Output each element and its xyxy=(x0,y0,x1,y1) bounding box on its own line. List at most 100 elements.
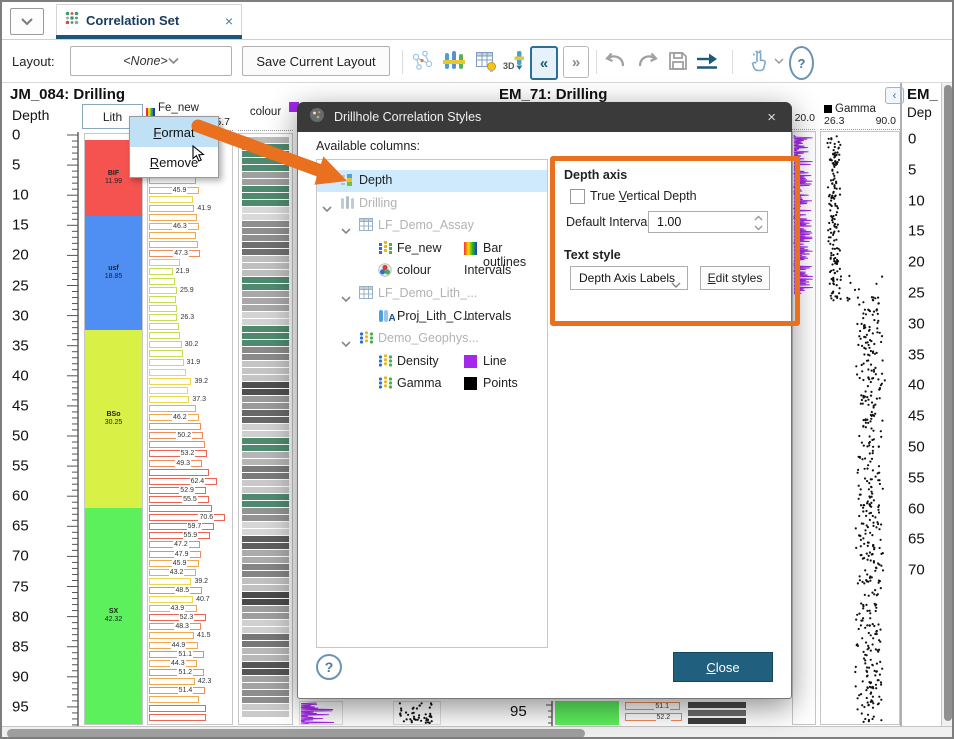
colour-interval xyxy=(242,536,289,542)
horizontal-scrollbar[interactable] xyxy=(2,726,952,739)
application-window: Correlation Set × Layout: <None> Save Cu… xyxy=(0,0,954,739)
tree-item-proj-lith-c[interactable]: AProj_Lith_C...Intervals xyxy=(317,306,547,328)
fe-bar: 43.2 xyxy=(149,569,196,576)
depth-tick-label: 20 xyxy=(908,254,925,271)
collapse-all-button[interactable]: « xyxy=(530,46,558,80)
available-columns-label: Available columns: xyxy=(316,139,420,153)
tree-item-lf-demo-assay[interactable]: LF_Demo_Assay xyxy=(317,215,547,237)
export-icon[interactable] xyxy=(692,46,722,76)
colour-interval xyxy=(242,480,289,486)
horizontal-scrollbar-thumb[interactable] xyxy=(7,729,585,738)
lith-block: BSo30.25 xyxy=(85,330,142,508)
tree-item-label: colour xyxy=(397,263,431,277)
table-lightbulb-icon[interactable] xyxy=(471,46,501,76)
colour-interval xyxy=(242,249,289,255)
spinner-arrows-icon[interactable] xyxy=(754,214,763,237)
default-interval-value: 1.00 xyxy=(657,215,681,229)
context-menu-item-format[interactable]: Format xyxy=(130,117,218,147)
fe-bar xyxy=(149,278,175,285)
fe-bar xyxy=(149,369,186,376)
depth-tick-label: 45 xyxy=(12,397,29,414)
depth-tick-label: 60 xyxy=(12,488,29,505)
colour-interval xyxy=(242,711,289,717)
default-interval-spinner[interactable]: 1.00 xyxy=(648,211,768,233)
save-icon[interactable] xyxy=(663,46,693,76)
jm-depth-header: Depth xyxy=(12,107,49,123)
correlation-network-icon[interactable] xyxy=(407,46,437,76)
style-swatch-icon xyxy=(464,377,477,390)
3d-drillhole-icon[interactable]: 3D xyxy=(500,46,530,76)
fe-bar xyxy=(149,696,199,703)
colour-interval xyxy=(242,284,289,290)
depth-tick-label: 10 xyxy=(908,192,925,209)
jm-colour-column-header[interactable]: colour xyxy=(238,101,293,131)
vertical-scrollbar-thumb[interactable] xyxy=(944,85,952,721)
layout-dropdown[interactable]: <None> xyxy=(70,46,232,76)
fe-bar: 45.9 xyxy=(149,560,199,567)
drillholes-icon[interactable] xyxy=(439,46,469,76)
tree-item-density[interactable]: DensityLine xyxy=(317,351,547,373)
colour-interval xyxy=(242,627,289,633)
tree-item-fe-new[interactable]: Fe_newBar outlines xyxy=(317,238,547,260)
touch-mode-icon[interactable] xyxy=(744,46,774,76)
tree-item-depth[interactable]: Depth xyxy=(317,170,547,192)
depth-tick-label: 95 xyxy=(12,698,29,715)
tree-item-demo-geophys[interactable]: Demo_Geophys... xyxy=(317,328,547,350)
tab-correlation-set[interactable]: Correlation Set × xyxy=(56,4,242,36)
colour-interval xyxy=(242,550,289,556)
fe-bar xyxy=(149,196,193,203)
vertical-scrollbar[interactable] xyxy=(941,83,953,726)
edit-styles-button[interactable]: Edit styles xyxy=(700,266,770,290)
colour-interval xyxy=(242,529,289,535)
colour-interval xyxy=(242,326,289,332)
colour-interval xyxy=(242,704,289,710)
depth-tick-label: 5 xyxy=(12,157,20,174)
colour-interval xyxy=(242,165,289,171)
colour-interval xyxy=(242,697,289,703)
colour-interval xyxy=(242,557,289,563)
save-current-layout-button[interactable]: Save Current Layout xyxy=(242,46,390,76)
style-type-label: Intervals xyxy=(464,309,511,323)
fe-bar xyxy=(149,241,198,248)
em71-gamma-column xyxy=(820,131,900,725)
colour-interval xyxy=(242,382,289,388)
tree-item-colour[interactable]: colourIntervals xyxy=(317,260,547,282)
fe-bar: 39.2 xyxy=(149,578,191,585)
tree-item-drilling[interactable]: Drilling xyxy=(317,193,547,215)
tree-item-label: LF_Demo_Lith_... xyxy=(378,286,477,300)
jm-density-bottom xyxy=(299,701,343,725)
true-vertical-depth-checkbox[interactable] xyxy=(570,189,585,204)
colour-interval xyxy=(242,690,289,696)
colour-interval xyxy=(242,347,289,353)
depth-tick-label: 90 xyxy=(12,668,29,685)
touch-mode-dropdown-icon[interactable] xyxy=(772,46,786,76)
fe-bar: 55.5 xyxy=(149,496,209,503)
tab-close-icon[interactable]: × xyxy=(225,13,233,29)
dialog-close-icon[interactable]: × xyxy=(763,109,780,126)
fe-bar: 52.9 xyxy=(149,487,206,494)
close-button[interactable]: Close xyxy=(673,652,773,682)
expand-all-button[interactable]: » xyxy=(563,46,589,78)
undo-icon[interactable] xyxy=(600,46,630,76)
help-button[interactable]: ? xyxy=(789,46,814,80)
depth-tick-label: 5 xyxy=(908,161,916,178)
dialog-title-bar[interactable]: Drillhole Correlation Styles × xyxy=(297,102,792,132)
redo-icon[interactable] xyxy=(633,46,663,76)
colour-interval xyxy=(242,396,289,402)
fe-bar: 52.3 xyxy=(149,614,206,621)
dialog-help-button[interactable]: ? xyxy=(316,654,342,680)
colour-interval xyxy=(242,494,289,500)
context-menu-item-remove[interactable]: Remove xyxy=(130,147,218,177)
colour-interval xyxy=(242,634,289,640)
tab-overflow-button[interactable] xyxy=(10,8,44,35)
depth-tick-label: 15 xyxy=(12,217,29,234)
text-style-dropdown[interactable]: Depth Axis Labels xyxy=(570,266,688,290)
tree-item-lf-demo-lith[interactable]: LF_Demo_Lith_... xyxy=(317,283,547,305)
fe-bar: 37.3 xyxy=(149,396,189,403)
tree-item-gamma[interactable]: GammaPoints xyxy=(317,373,547,395)
layout-dropdown-value: <None> xyxy=(123,54,167,68)
fe-bar xyxy=(149,705,206,712)
fe-bar: 70.6 xyxy=(149,514,225,521)
depth-tick-label: 50 xyxy=(908,439,925,456)
fe-bar: 51.1 xyxy=(149,651,204,658)
